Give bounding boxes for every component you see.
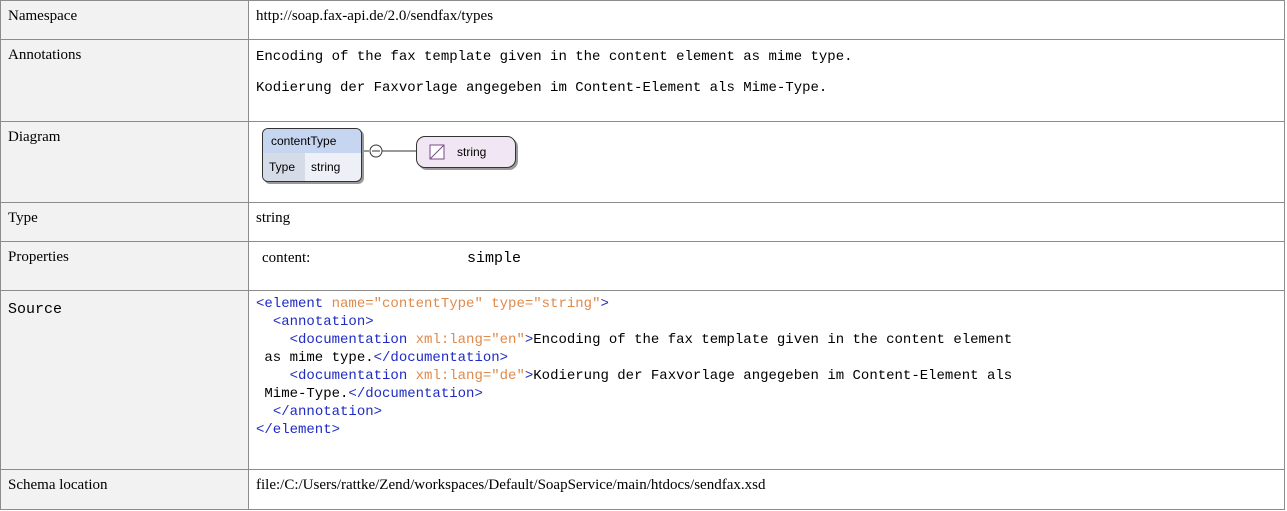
diagram-value: contentType Type string string xyxy=(248,121,1285,203)
annotation-de: Kodierung der Faxvorlage angegeben im Co… xyxy=(256,80,828,96)
element-type-row: Type string xyxy=(263,153,361,181)
property-content: content: simple xyxy=(262,250,1284,267)
element-box[interactable]: contentType Type string xyxy=(262,128,362,182)
properties-label: Properties xyxy=(0,241,249,291)
namespace-label: Namespace xyxy=(0,0,249,40)
element-name: contentType xyxy=(263,129,361,153)
schema-location-label: Schema location xyxy=(0,469,249,510)
diagram-label: Diagram xyxy=(0,121,249,203)
namespace-value: http://soap.fax-api.de/2.0/sendfax/types xyxy=(248,0,1285,40)
row-type: Type string xyxy=(0,202,1285,242)
row-annotations: Annotations Encoding of the fax template… xyxy=(0,39,1285,122)
schema-location-value: file:/C:/Users/rattke/Zend/workspaces/De… xyxy=(248,469,1285,510)
annotations-value: Encoding of the fax template given in th… xyxy=(248,39,1285,122)
schema-diagram: contentType Type string string xyxy=(256,124,1284,196)
element-type-value: string xyxy=(311,160,341,174)
annotation-en: Encoding of the fax template given in th… xyxy=(256,49,853,65)
type-label: Type xyxy=(0,202,249,242)
row-schema-location: Schema location file:/C:/Users/rattke/Ze… xyxy=(0,469,1285,510)
simple-type-icon xyxy=(429,144,445,160)
simple-type-label: string xyxy=(457,145,487,159)
row-properties: Properties content: simple xyxy=(0,241,1285,291)
row-namespace: Namespace http://soap.fax-api.de/2.0/sen… xyxy=(0,0,1285,40)
element-type-label: Type xyxy=(263,153,305,181)
source-label: Source xyxy=(0,290,249,470)
schema-element-table: Namespace http://soap.fax-api.de/2.0/sen… xyxy=(0,0,1285,510)
property-value: simple xyxy=(467,250,522,267)
source-value: <element name="contentType" type="string… xyxy=(248,290,1285,470)
annotations-label: Annotations xyxy=(0,39,249,122)
row-source: Source <element name="contentType" type=… xyxy=(0,290,1285,470)
properties-value: content: simple xyxy=(248,241,1285,291)
property-key: content: xyxy=(262,250,311,266)
type-value: string xyxy=(248,202,1285,242)
simple-type-box[interactable]: string xyxy=(416,136,516,168)
source-code: <element name="contentType" type="string… xyxy=(256,296,1013,438)
row-diagram: Diagram contentType Type string string xyxy=(0,121,1285,203)
